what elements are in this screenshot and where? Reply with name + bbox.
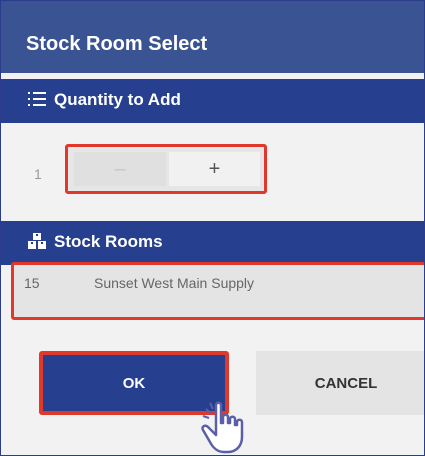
stock-rooms-section-label: Stock Rooms [54,232,163,251]
warehouse-boxes-icon [28,233,46,249]
increment-button[interactable]: + [169,152,260,186]
stock-room-number: 15 [24,275,40,291]
decrement-button[interactable]: – [74,152,166,186]
stock-room-select-dialog: Stock Room Select Quantity to Add 1 – + … [0,0,425,456]
stock-room-name: Sunset West Main Supply [94,275,255,291]
dialog-title-bar: Stock Room Select [1,1,424,73]
cancel-button[interactable]: CANCEL [256,351,424,415]
stock-rooms-section-header: Stock Rooms [1,221,424,265]
list-icon [28,92,46,106]
quantity-value: 1 [34,166,42,182]
quantity-stepper[interactable]: – + [65,144,267,194]
stock-room-row[interactable]: 15 Sunset West Main Supply [11,262,424,320]
quantity-section-header: Quantity to Add [1,79,424,123]
hand-pointer-icon [201,401,244,454]
dialog-title: Stock Room Select [26,33,208,55]
quantity-section-label: Quantity to Add [54,90,181,109]
